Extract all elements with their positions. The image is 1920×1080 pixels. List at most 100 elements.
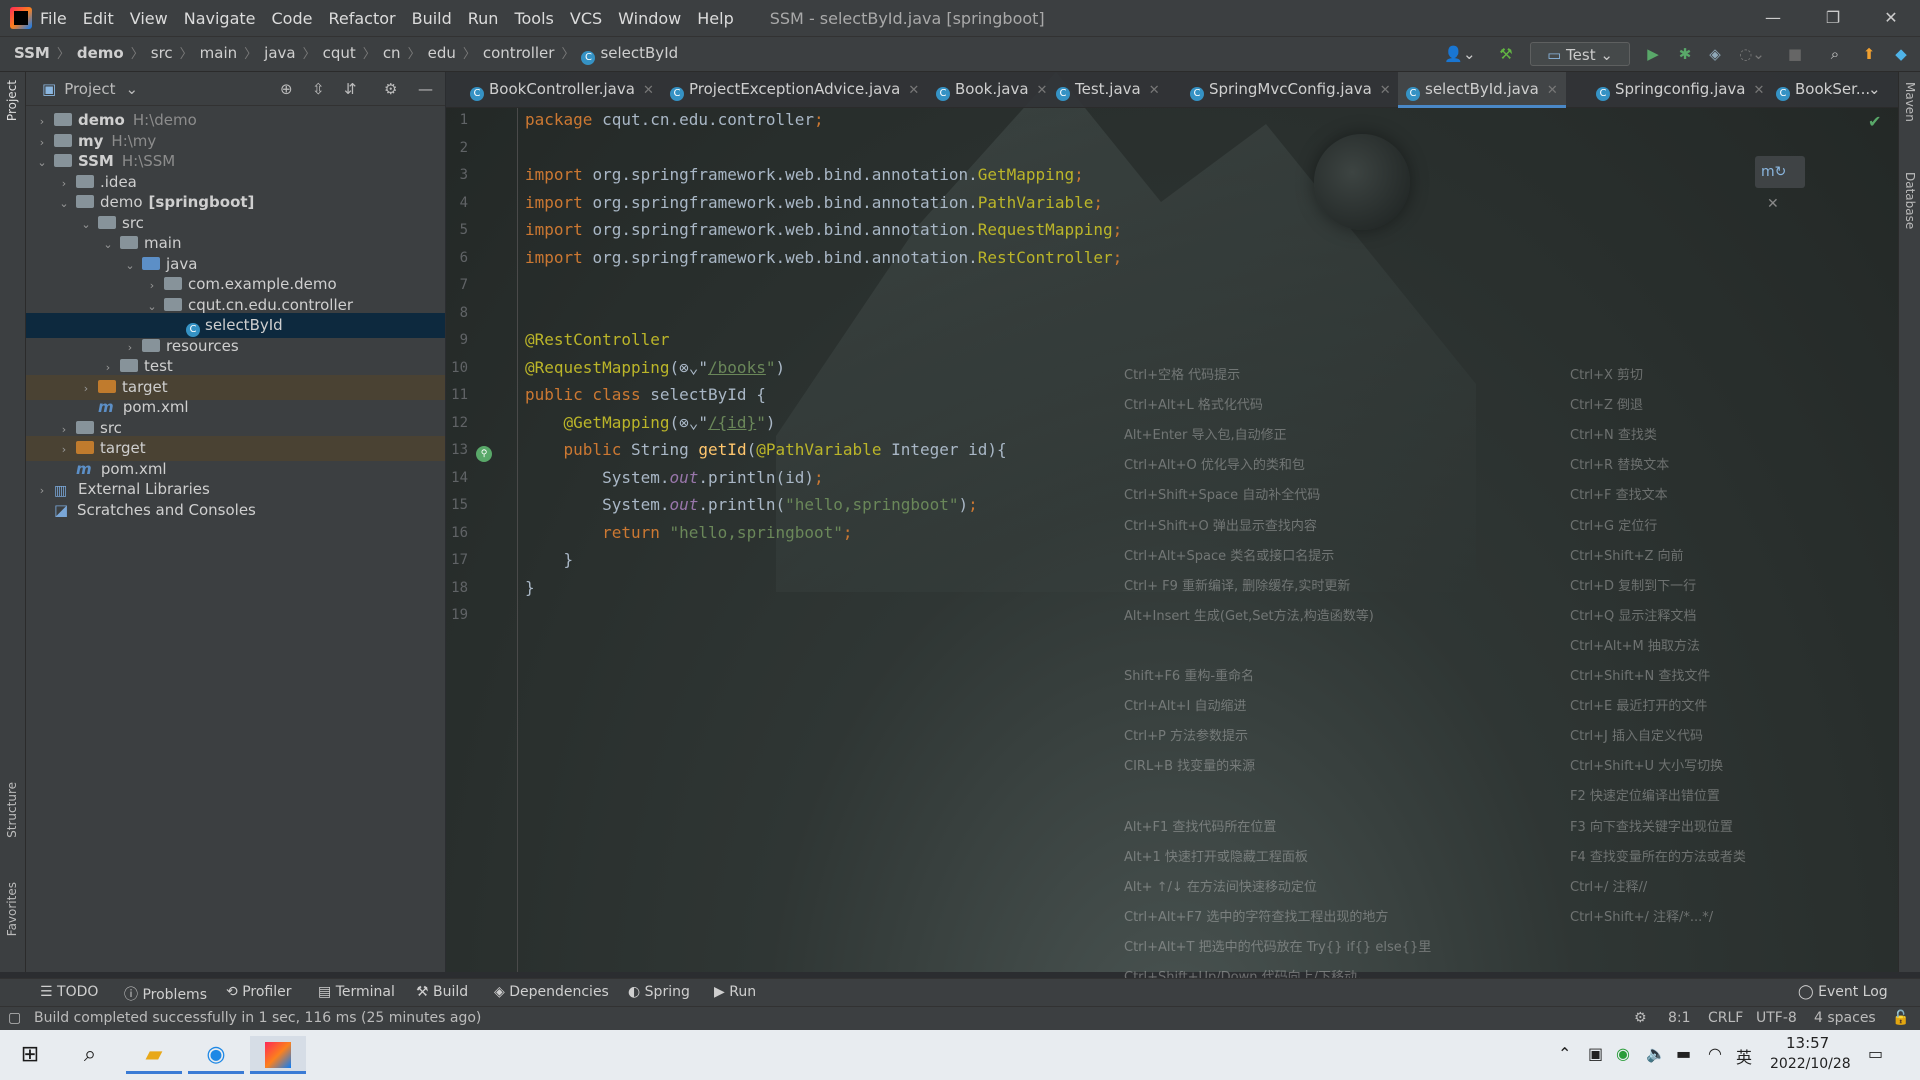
breadcrumb-item[interactable]: cqut	[323, 44, 356, 62]
breadcrumb-item[interactable]: controller	[483, 44, 555, 62]
stop-icon[interactable]: ■	[1784, 42, 1806, 66]
code-line[interactable]: return "hello,springboot";	[525, 523, 852, 542]
windows-start-icon[interactable]: ⊞	[2, 1036, 58, 1074]
wifi-icon[interactable]: ◠	[1708, 1044, 1722, 1063]
git-icon[interactable]: ⚙	[1634, 1010, 1647, 1026]
coverage-icon[interactable]: ◈	[1704, 42, 1726, 66]
intellij-logo-icon[interactable]	[10, 7, 32, 29]
lock-icon[interactable]: 🔓	[1892, 1010, 1909, 1026]
tool-spring-button[interactable]: ◐ Spring	[628, 984, 690, 1000]
tool-profiler-button[interactable]: ⟲ Profiler	[226, 984, 291, 1000]
locate-icon[interactable]: ⊕	[280, 80, 293, 98]
code-line[interactable]: @RestController	[525, 330, 670, 349]
code-line[interactable]: import org.springframework.web.bind.anno…	[525, 220, 1122, 239]
file-explorer-icon[interactable]: ▰	[126, 1036, 182, 1074]
tab-test-java[interactable]: C Test.java ✕	[1048, 72, 1168, 108]
ime-indicator[interactable]: 英	[1736, 1044, 1752, 1068]
search-icon[interactable]: ⌕	[62, 1036, 118, 1074]
file-encoding[interactable]: UTF-8	[1756, 1010, 1797, 1026]
tab-close-icon[interactable]: ✕	[908, 83, 919, 98]
battery-icon[interactable]: ▬	[1676, 1044, 1691, 1063]
maven-reload-icon[interactable]: m↻	[1761, 164, 1786, 180]
menu-item-tools[interactable]: Tools	[514, 9, 553, 28]
menu-item-navigate[interactable]: Navigate	[184, 9, 256, 28]
menu-item-code[interactable]: Code	[272, 9, 313, 28]
tabs-overflow-icon[interactable]: ⌄	[1868, 80, 1881, 98]
code-line[interactable]: import org.springframework.web.bind.anno…	[525, 165, 1084, 184]
hide-panel-icon[interactable]: —	[418, 80, 433, 98]
build-hammer-icon[interactable]: ⚒	[1494, 42, 1518, 66]
caret-position[interactable]: 8:1	[1668, 1010, 1691, 1026]
tool-run-button[interactable]: ▶ Run	[714, 984, 756, 1000]
menu-item-build[interactable]: Build	[412, 9, 452, 28]
favorites-tool-button[interactable]: Favorites	[5, 882, 19, 936]
code-line[interactable]: public class selectById {	[525, 385, 766, 404]
code-line[interactable]: }	[525, 578, 535, 597]
volume-icon[interactable]: 🔈	[1646, 1044, 1666, 1063]
intellij-taskbar-icon[interactable]	[250, 1036, 306, 1074]
tab-selectbyid-java[interactable]: CselectById.java ✕	[1398, 72, 1566, 108]
tab-close-icon[interactable]: ✕	[1037, 83, 1048, 98]
edge-browser-icon[interactable]: ◉	[188, 1036, 244, 1074]
structure-tool-button[interactable]: Structure	[5, 782, 19, 838]
code-line[interactable]: System.out.println("hello,springboot");	[525, 495, 978, 514]
tab-bookcontroller-java[interactable]: C BookController.java ✕	[462, 72, 662, 108]
run-config-select[interactable]: ▭ Test ⌄	[1530, 42, 1630, 66]
clock-date[interactable]: 2022/10/28	[1770, 1056, 1851, 1072]
status-panel-icon[interactable]: ▢	[8, 1010, 21, 1026]
tab-close-icon[interactable]: ✕	[643, 83, 654, 98]
indent-setting[interactable]: 4 spaces	[1814, 1010, 1876, 1026]
no-problems-check-icon[interactable]: ✔	[1868, 112, 1881, 131]
tab-close-icon[interactable]: ✕	[1380, 83, 1391, 98]
gear-icon[interactable]: ⚙	[384, 80, 397, 98]
tool-dependencies-button[interactable]: ◈ Dependencies	[494, 984, 609, 1000]
menu-item-window[interactable]: Window	[618, 9, 681, 28]
debug-icon[interactable]: ✱	[1674, 42, 1696, 66]
collapse-all-icon[interactable]: ⇵	[344, 80, 357, 98]
tool-build-button[interactable]: ⚒ Build	[416, 984, 468, 1000]
tray-app-icon[interactable]: ◉	[1616, 1044, 1630, 1063]
tab-book-java[interactable]: C Book.java ✕	[928, 72, 1055, 108]
tray-device-icon[interactable]: ▣	[1588, 1044, 1603, 1063]
tool-terminal-button[interactable]: ▤ Terminal	[318, 984, 395, 1000]
menu-item-run[interactable]: Run	[468, 9, 499, 28]
run-icon[interactable]: ▶	[1642, 42, 1664, 66]
breadcrumb-item[interactable]: java	[264, 44, 295, 62]
tray-expand-icon[interactable]: ⌃	[1558, 1044, 1571, 1063]
maven-tool-button[interactable]: Maven	[1903, 82, 1917, 122]
menu-item-view[interactable]: View	[130, 9, 168, 28]
update-icon[interactable]: ⬆	[1858, 42, 1880, 66]
breadcrumb-item[interactable]: selectById	[600, 44, 678, 62]
breadcrumb-item[interactable]: cn	[383, 44, 401, 62]
code-line[interactable]: import org.springframework.web.bind.anno…	[525, 248, 1122, 267]
breadcrumb-item[interactable]: src	[151, 44, 173, 62]
tab-close-icon[interactable]: ✕	[1547, 83, 1558, 98]
plugin-icon[interactable]: ◆	[1890, 42, 1912, 66]
code-line[interactable]: public String getId(@PathVariable Intege…	[525, 440, 1007, 459]
notification-icon[interactable]: ▭	[1868, 1044, 1883, 1063]
account-icon[interactable]: 👤⌄	[1440, 42, 1480, 66]
status-message[interactable]: Build completed successfully in 1 sec, 1…	[34, 1010, 481, 1026]
menu-item-refactor[interactable]: Refactor	[328, 9, 395, 28]
breadcrumb-item[interactable]: demo	[77, 44, 124, 62]
breadcrumb-item[interactable]: SSM	[14, 44, 50, 62]
code-line[interactable]: import org.springframework.web.bind.anno…	[525, 193, 1103, 212]
clock-time[interactable]: 13:57	[1786, 1034, 1829, 1052]
maven-reload-popup[interactable]: m↻ ✕	[1755, 156, 1805, 212]
tree-item[interactable]: ◪ Scratches and Consoles	[26, 498, 445, 523]
code-line[interactable]: }	[525, 550, 574, 569]
menu-item-vcs[interactable]: VCS	[570, 9, 602, 28]
close-icon[interactable]: ✕	[1862, 0, 1920, 36]
tab-springmvcconfig-java[interactable]: C SpringMvcConfig.java ✕	[1182, 72, 1399, 108]
chevron-down-icon[interactable]: ⌄	[126, 80, 139, 98]
tab-close-icon[interactable]: ✕	[1754, 83, 1765, 98]
breadcrumb-item[interactable]: edu	[428, 44, 456, 62]
tool-problems-button[interactable]: ⓘ Problems	[124, 984, 207, 1004]
tab-springconfig-java[interactable]: C Springconfig.java ✕	[1588, 72, 1772, 108]
event-log-button[interactable]: ◯ Event Log	[1798, 984, 1888, 1000]
code-line[interactable]: System.out.println(id);	[525, 468, 824, 487]
tool-todo-button[interactable]: ☰ TODO	[40, 984, 98, 1000]
code-line[interactable]: @GetMapping(⊗⌄"/{id}")	[525, 413, 776, 432]
project-panel-title[interactable]: Project	[64, 80, 115, 98]
menu-item-help[interactable]: Help	[697, 9, 733, 28]
